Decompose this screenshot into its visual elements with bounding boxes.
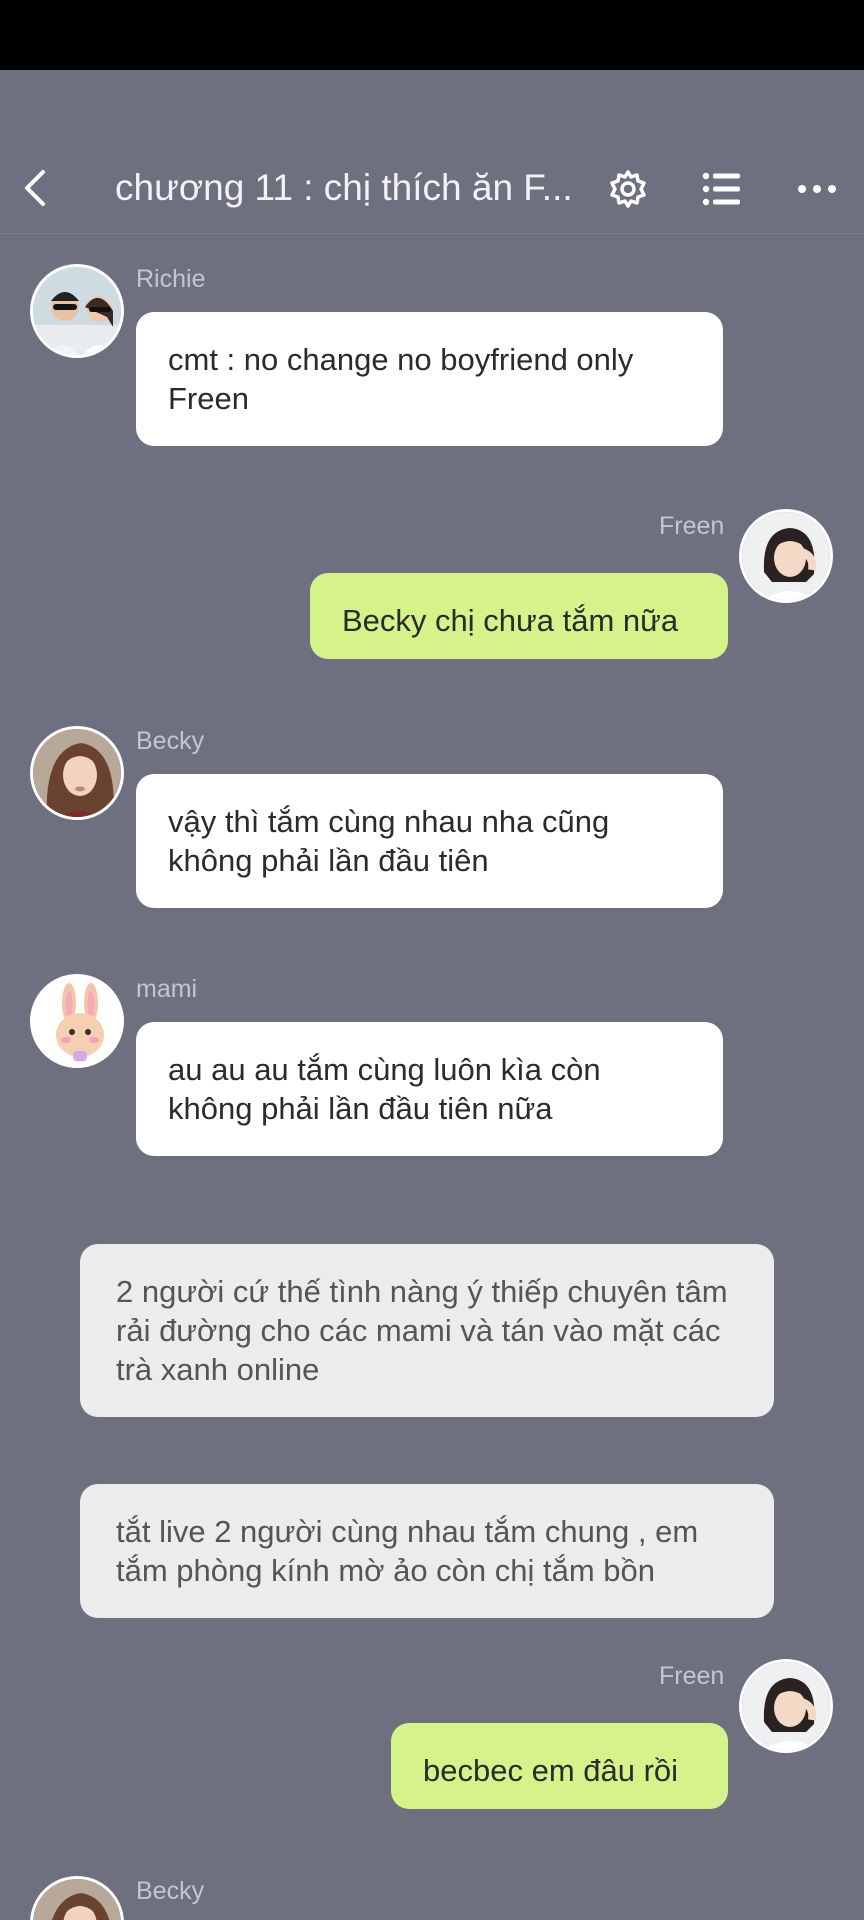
sender-name: mami bbox=[136, 975, 198, 1003]
status-bar bbox=[0, 0, 864, 70]
avatar-becky[interactable] bbox=[30, 1876, 124, 1920]
avatar-mami[interactable] bbox=[30, 974, 124, 1068]
more-dots-icon bbox=[798, 185, 836, 193]
avatar-freen[interactable] bbox=[739, 1659, 833, 1753]
sender-name: Freen bbox=[659, 512, 725, 540]
sender-name: Becky bbox=[136, 1877, 205, 1905]
back-button[interactable] bbox=[18, 166, 52, 210]
gear-icon bbox=[610, 170, 646, 208]
avatar-richie[interactable] bbox=[30, 264, 124, 358]
avatar-freen[interactable] bbox=[739, 509, 833, 603]
more-button[interactable] bbox=[790, 162, 844, 216]
chat-header: chương 11 : chị thích ăn F... bbox=[0, 70, 864, 234]
chat-list[interactable]: Richie cmt : no change no boyfriend only… bbox=[0, 234, 864, 1920]
back-arrow-icon bbox=[25, 170, 45, 206]
narration-block[interactable]: tắt live 2 người cùng nhau tắm chung , e… bbox=[80, 1484, 774, 1618]
message-bubble[interactable]: Becky chị chưa tắm nữa bbox=[310, 573, 728, 659]
narration-block[interactable]: 2 người cứ thế tình nàng ý thiếp chuyên … bbox=[80, 1244, 774, 1417]
settings-button[interactable] bbox=[601, 162, 655, 216]
message-bubble[interactable]: becbec em đâu rồi bbox=[391, 1723, 728, 1809]
sender-name: Becky bbox=[136, 727, 205, 755]
sender-name: Richie bbox=[136, 265, 206, 293]
chapter-title: chương 11 : chị thích ăn F... bbox=[115, 167, 573, 208]
message-bubble[interactable]: cmt : no change no boyfriend only Freen bbox=[136, 312, 723, 446]
sender-name: Freen bbox=[659, 1662, 725, 1690]
message-bubble[interactable]: vậy thì tắm cùng nhau nha cũng không phả… bbox=[136, 774, 723, 908]
chapter-list-button[interactable] bbox=[695, 162, 749, 216]
avatar-becky[interactable] bbox=[30, 726, 124, 820]
list-icon bbox=[702, 172, 740, 206]
message-bubble[interactable]: au au au tắm cùng luôn kìa còn không phả… bbox=[136, 1022, 723, 1156]
